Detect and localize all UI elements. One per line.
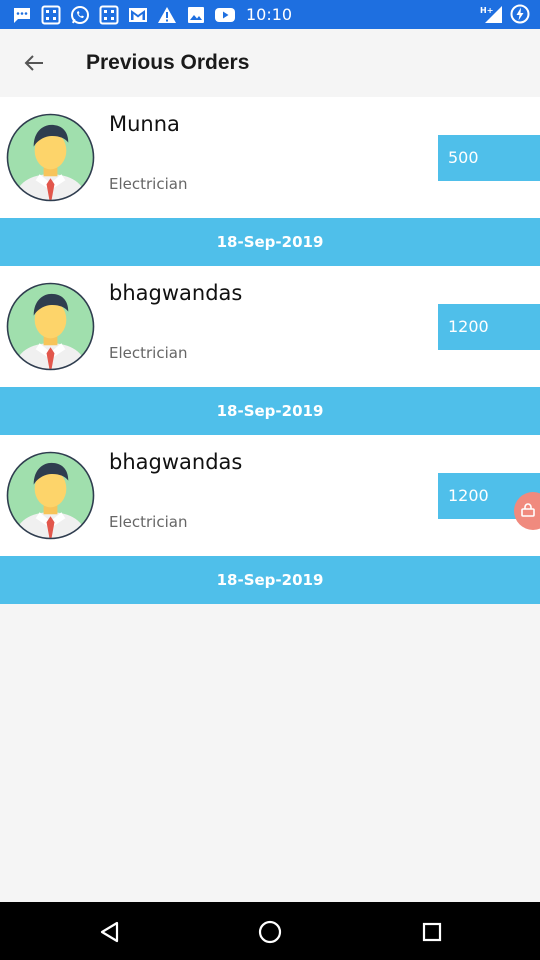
order-card[interactable]: Munna Electrician 500 [0, 97, 540, 218]
warning-icon [156, 5, 178, 25]
status-icons-left [11, 4, 243, 25]
worker-role: Electrician [109, 344, 188, 362]
chat-head-icon [521, 503, 535, 517]
order-date: 18-Sep-2019 [0, 218, 540, 266]
order-date: 18-Sep-2019 [0, 556, 540, 604]
system-nav-bar [0, 902, 540, 960]
worker-role: Electrician [109, 175, 188, 193]
worker-name: bhagwandas [109, 281, 243, 305]
order-list: Munna Electrician 500 18-Sep-2019 bhagwa… [0, 97, 540, 604]
gmail-icon [127, 5, 149, 25]
nav-back-button[interactable] [94, 917, 124, 947]
worker-name: Munna [109, 112, 180, 136]
nav-home-icon [258, 920, 282, 944]
order-amount: 1200 [438, 304, 540, 350]
signal-h-plus-icon: H+ [480, 4, 504, 24]
avatar [6, 282, 95, 371]
whatsapp-icon [69, 5, 91, 25]
order-date: 18-Sep-2019 [0, 387, 540, 435]
battery-charging-icon [510, 4, 530, 24]
worker-name: bhagwandas [109, 450, 243, 474]
message-icon [11, 5, 33, 25]
image-icon [185, 5, 207, 25]
app-bar: Previous Orders [0, 29, 540, 97]
arrow-back-icon [24, 55, 43, 71]
avatar [6, 113, 95, 202]
youtube-icon [214, 5, 236, 25]
back-button[interactable] [18, 47, 50, 79]
status-icons-right: H+ [474, 3, 530, 25]
order-card[interactable]: bhagwandas Electrician 1200 [0, 266, 540, 387]
status-time: 10:10 [246, 5, 293, 24]
nav-recents-icon [422, 922, 442, 942]
nav-recents-button[interactable] [417, 917, 447, 947]
calculator-icon [98, 5, 120, 25]
order-amount: 500 [438, 135, 540, 181]
worker-role: Electrician [109, 513, 188, 531]
calculator-icon [40, 5, 62, 25]
page-title: Previous Orders [86, 51, 250, 74]
order-card[interactable]: bhagwandas Electrician 1200 [0, 435, 540, 556]
nav-back-icon [100, 921, 119, 943]
svg-text:H+: H+ [480, 6, 493, 15]
status-bar: 10:10 H+ [0, 0, 540, 29]
avatar [6, 451, 95, 540]
nav-home-button[interactable] [255, 917, 285, 947]
